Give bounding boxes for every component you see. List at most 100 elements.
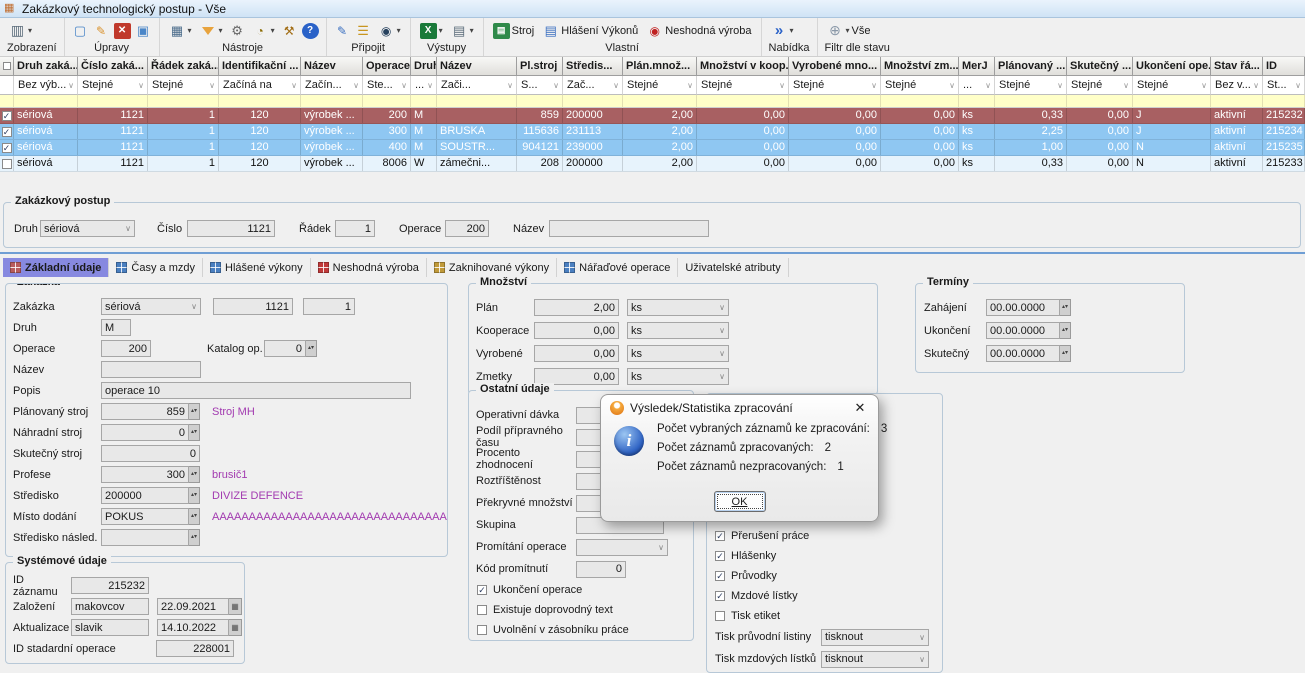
cell[interactable]: 215234: [1263, 124, 1305, 139]
cell[interactable]: 0,00: [1067, 124, 1133, 139]
cell[interactable]: 1121: [78, 156, 148, 171]
vyrobene-input[interactable]: 0,00: [534, 345, 619, 362]
postup-radek-input[interactable]: 1: [335, 220, 375, 237]
cell[interactable]: 0,00: [881, 108, 959, 123]
excel-export-button[interactable]: X ▾: [418, 23, 445, 39]
column-header[interactable]: Identifikační ...: [219, 57, 301, 76]
row-checkbox[interactable]: ✓: [2, 111, 12, 121]
column-filter-select[interactable]: ...∨: [411, 76, 437, 95]
cell[interactable]: J: [1133, 124, 1211, 139]
cell[interactable]: 0,00: [789, 140, 881, 155]
nazev-input[interactable]: [101, 361, 201, 378]
filter-button[interactable]: ▾: [198, 23, 225, 39]
print-button[interactable]: ▤ ▾: [449, 23, 476, 39]
cell[interactable]: BRUSKA: [437, 124, 517, 139]
plan-unit-select[interactable]: ks∨: [627, 299, 729, 316]
kooperace-unit-select[interactable]: ks∨: [627, 322, 729, 339]
column-filter-select[interactable]: Stejné∨: [148, 76, 219, 95]
spinner-button[interactable]: ▴▾: [189, 529, 200, 546]
new-row-cell[interactable]: [363, 95, 411, 108]
column-header[interactable]: Druh zaká...: [14, 57, 78, 76]
popis-input[interactable]: operace 10: [101, 382, 411, 399]
column-header[interactable]: MerJ: [959, 57, 995, 76]
tisk-pruvodni-select[interactable]: tisknout ∨: [821, 629, 929, 646]
cell[interactable]: aktivní: [1211, 140, 1263, 155]
cell[interactable]: sériová: [14, 108, 78, 123]
cell[interactable]: výrobek ...: [301, 140, 363, 155]
cell[interactable]: 1: [148, 124, 219, 139]
cell[interactable]: N: [1133, 156, 1211, 171]
katalog-op-input[interactable]: 0: [264, 340, 306, 357]
cell[interactable]: sériová: [14, 156, 78, 171]
zakazka-type-select[interactable]: sériová ∨: [101, 298, 201, 315]
cell[interactable]: 300: [363, 124, 411, 139]
select-all-header-cell[interactable]: [0, 57, 14, 76]
new-row-cell[interactable]: [437, 95, 517, 108]
vyrobene-unit-select[interactable]: ks∨: [627, 345, 729, 362]
cell[interactable]: 200000: [563, 156, 623, 171]
column-header[interactable]: Množství v koop...: [697, 57, 789, 76]
copy-record-icon[interactable]: ▣: [135, 23, 152, 39]
spinner-button[interactable]: ▴▾: [189, 487, 200, 504]
spinner-button[interactable]: ▴▾: [306, 340, 317, 357]
spinner-button[interactable]: ▴▾: [1060, 299, 1071, 316]
new-record-icon[interactable]: ▢: [72, 23, 89, 39]
cell[interactable]: M: [411, 108, 437, 123]
view-button[interactable]: ▥ ▾: [7, 23, 34, 39]
stredisko-nasled-input[interactable]: [101, 529, 189, 546]
spinner-button[interactable]: ▴▾: [1060, 345, 1071, 362]
column-header[interactable]: Název: [301, 57, 363, 76]
column-filter-select[interactable]: Stejné∨: [78, 76, 148, 95]
cell[interactable]: 215232: [1263, 108, 1305, 123]
settings-icon[interactable]: ⚙: [229, 23, 246, 39]
tab-uzivatelske-atributy[interactable]: Uživatelské atributy: [678, 258, 788, 277]
tab-zaknihovane-vykony[interactable]: Zaknihované výkony: [427, 258, 557, 277]
column-header[interactable]: Vyrobené mno...: [789, 57, 881, 76]
table-row[interactable]: ✓sériová11211120výrobek ...200M859200000…: [0, 108, 1305, 124]
calendar-button[interactable]: ▦: [229, 619, 242, 636]
ukonceni-date-input[interactable]: 00.00.0000: [986, 322, 1060, 339]
misto-dodani-input[interactable]: POKUS: [101, 508, 189, 525]
cell[interactable]: ks: [959, 140, 995, 155]
nabidka-button[interactable]: » ▾: [769, 23, 796, 39]
cell[interactable]: 0,00: [881, 124, 959, 139]
neshodna-vyroba-button[interactable]: ◉ Neshodná výroba: [644, 23, 753, 39]
new-row-cell[interactable]: [0, 95, 14, 108]
zakazka-number-input[interactable]: 1121: [213, 298, 293, 315]
zakazka-line-input[interactable]: 1: [303, 298, 355, 315]
cell[interactable]: 0,00: [697, 156, 789, 171]
table-row[interactable]: ✓sériová11211120výrobek ...400MSOUSTR...…: [0, 140, 1305, 156]
column-header[interactable]: Středis...: [563, 57, 623, 76]
new-row-cell[interactable]: [959, 95, 995, 108]
column-filter-select[interactable]: Začín...∨: [301, 76, 363, 95]
note-icon[interactable]: ✎: [334, 23, 351, 39]
profese-input[interactable]: 300: [101, 466, 189, 483]
row-select-cell[interactable]: [0, 156, 14, 171]
cell[interactable]: zámečni...: [437, 156, 517, 171]
cell[interactable]: 120: [219, 108, 301, 123]
cell[interactable]: 904121: [517, 140, 563, 155]
cell[interactable]: 0,00: [789, 124, 881, 139]
cell[interactable]: 120: [219, 156, 301, 171]
cell[interactable]: 0,00: [697, 108, 789, 123]
column-header[interactable]: Pl.stroj: [517, 57, 563, 76]
column-header[interactable]: Ukončení ope...: [1133, 57, 1211, 76]
tab-neshodna-vyroba[interactable]: Neshodná výroba: [311, 258, 427, 277]
cell[interactable]: aktivní: [1211, 124, 1263, 139]
cell[interactable]: 2,25: [995, 124, 1067, 139]
zahajeni-date-input[interactable]: 00.00.0000: [986, 299, 1060, 316]
cell[interactable]: 2,00: [623, 156, 697, 171]
row-checkbox[interactable]: ✓: [2, 127, 12, 137]
cell[interactable]: 0,00: [697, 140, 789, 155]
new-row-cell[interactable]: [563, 95, 623, 108]
spinner-button[interactable]: ▴▾: [189, 424, 200, 441]
cell[interactable]: 859: [517, 108, 563, 123]
cell[interactable]: sériová: [14, 140, 78, 155]
column-filter-select[interactable]: St...∨: [1263, 76, 1305, 95]
cell[interactable]: 239000: [563, 140, 623, 155]
nahradni-stroj-input[interactable]: 0: [101, 424, 189, 441]
zmetky-unit-select[interactable]: ks∨: [627, 368, 729, 385]
cell[interactable]: aktivní: [1211, 156, 1263, 171]
column-filter-select[interactable]: S...∨: [517, 76, 563, 95]
column-filter-select[interactable]: Zač...∨: [563, 76, 623, 95]
